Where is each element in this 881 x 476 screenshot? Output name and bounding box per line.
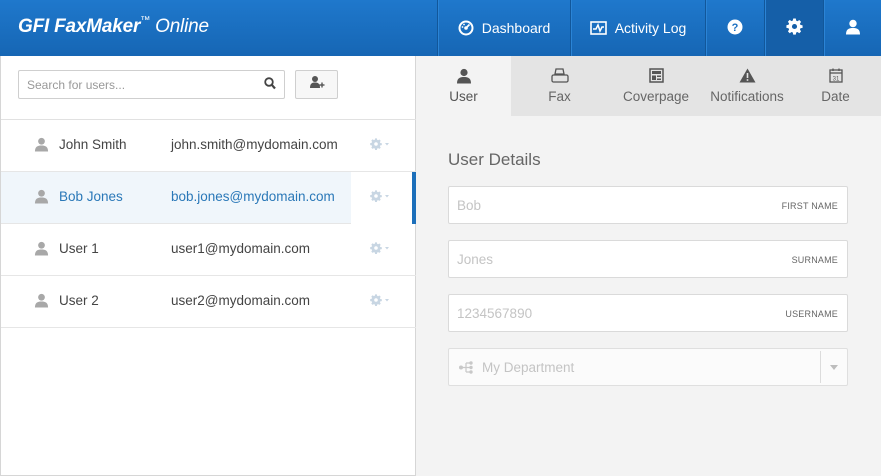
logo-trademark: ™ (140, 15, 151, 26)
tab-label: Notifications (710, 89, 784, 104)
username-label: USERNAME (785, 309, 838, 319)
user-settings-dropdown[interactable] (370, 242, 390, 254)
search-box (18, 70, 285, 99)
user-email: bob.jones@mydomain.com (171, 189, 335, 204)
user-row[interactable]: User 2 user2@mydomain.com (1, 276, 416, 328)
user-email: user2@mydomain.com (171, 293, 311, 308)
user-row-selected[interactable]: Bob Jones bob.jones@mydomain.com (1, 172, 416, 224)
username-field[interactable]: 1234567890 USERNAME (448, 294, 848, 332)
tab-coverpage[interactable]: Coverpage (608, 56, 704, 116)
username-value: 1234567890 (457, 306, 533, 321)
user-email: john.smith@mydomain.com (171, 137, 338, 152)
user-name: John Smith (59, 137, 127, 152)
user-row[interactable]: User 1 user1@mydomain.com (1, 224, 416, 276)
add-user-icon (309, 75, 325, 94)
account-button[interactable] (823, 0, 881, 56)
nav-dashboard-label: Dashboard (481, 20, 551, 36)
user-row[interactable]: John Smith john.smith@mydomain.com (1, 120, 416, 172)
top-navigation-bar: GFI FaxMaker™ Online Dashboard Activity … (0, 0, 881, 56)
tab-fax[interactable]: Fax (511, 56, 608, 116)
department-value: My Department (482, 360, 575, 375)
user-icon (34, 293, 49, 311)
settings-button[interactable] (764, 0, 823, 56)
users-panel: John Smith john.smith@mydomain.com Bob J… (0, 56, 416, 476)
user-icon (34, 241, 49, 259)
section-title: User Details (448, 150, 541, 169)
help-button[interactable]: ? (705, 0, 764, 56)
user-icon (845, 19, 861, 38)
calendar-icon: 31 (790, 68, 881, 83)
user-name: Bob Jones (59, 189, 123, 204)
tab-label: Coverpage (622, 89, 690, 104)
detail-tabs: User Fax Coverpage Notifications 31 Date (416, 56, 881, 116)
svg-text:31: 31 (832, 76, 839, 82)
tab-label: User (449, 89, 478, 104)
svg-text:?: ? (732, 22, 739, 34)
chevron-down-icon[interactable] (830, 365, 838, 370)
help-icon: ? (727, 19, 743, 38)
logo-brand: GFI FaxMaker (18, 16, 141, 37)
user-list: John Smith john.smith@mydomain.com Bob J… (1, 119, 416, 328)
user-settings-dropdown[interactable] (370, 190, 390, 202)
user-icon (34, 189, 49, 207)
first-name-field[interactable]: Bob FIRST NAME (448, 186, 848, 224)
search-icon[interactable] (264, 77, 276, 95)
dropdown-divider (820, 351, 821, 383)
warning-icon (704, 68, 790, 83)
nav-activity-log-button[interactable]: Activity Log (570, 0, 705, 56)
add-user-button[interactable] (295, 70, 338, 99)
user-icon (34, 137, 49, 155)
first-name-value: Bob (457, 198, 482, 213)
logo-suffix: Online (150, 16, 209, 37)
fax-icon (511, 68, 608, 83)
tab-notifications[interactable]: Notifications (704, 56, 790, 116)
tab-user[interactable]: User (416, 56, 511, 116)
activity-icon (589, 21, 607, 35)
nav-activity-log-label: Activity Log (614, 20, 687, 36)
tab-label: Date (821, 89, 850, 104)
surname-field[interactable]: Jones SURNAME (448, 240, 848, 278)
dashboard-icon (458, 20, 474, 36)
department-icon (458, 361, 474, 379)
coverpage-icon (608, 68, 704, 83)
first-name-label: FIRST NAME (781, 201, 838, 211)
user-name: User 1 (59, 241, 99, 256)
search-input[interactable] (19, 71, 254, 98)
tab-label: Fax (548, 89, 571, 104)
app-logo[interactable]: GFI FaxMaker™ Online (18, 15, 209, 38)
user-icon (416, 68, 511, 84)
user-details-panel: User Fax Coverpage Notifications 31 Date… (416, 56, 881, 476)
department-select[interactable]: My Department (448, 348, 848, 386)
tab-date[interactable]: 31 Date (790, 56, 881, 116)
surname-value: Jones (457, 252, 494, 267)
user-settings-dropdown[interactable] (370, 294, 390, 306)
surname-label: SURNAME (791, 255, 838, 265)
gear-icon (785, 18, 803, 38)
nav-dashboard-button[interactable]: Dashboard (437, 0, 570, 56)
user-name: User 2 (59, 293, 99, 308)
user-settings-dropdown[interactable] (370, 138, 390, 150)
user-email: user1@mydomain.com (171, 241, 311, 256)
